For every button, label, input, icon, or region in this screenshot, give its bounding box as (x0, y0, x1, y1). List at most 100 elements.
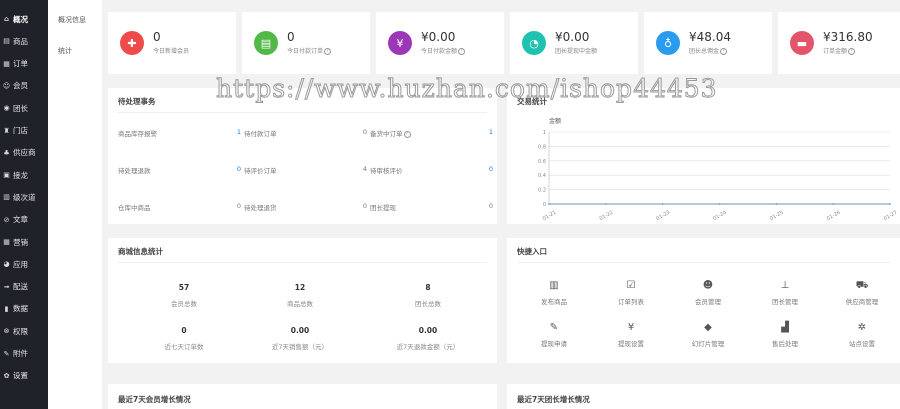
sidebar-item-label: 附件 (13, 349, 28, 358)
stat-value: ¥0.00 (421, 30, 456, 44)
mall-stat: 57 会员总数 (124, 283, 244, 308)
sidebar-item-label: 数据 (13, 304, 28, 314)
org-chart-icon: ⊥ (780, 280, 790, 291)
stat-card[interactable]: ♁ ¥48.04 团长总佣金? (644, 12, 772, 74)
quick-entry[interactable]: ¥ 提现设置 (596, 322, 666, 348)
sidebar-item-14[interactable]: ⊗ 权限 (0, 322, 48, 340)
mall-stat-label: 会员总数 (171, 300, 197, 308)
sidebar-item-15[interactable]: ✎ 附件 (0, 345, 48, 363)
todo-label: 备货中订单 (370, 130, 403, 138)
sidebar-item-label: 团长 (13, 103, 28, 113)
help-icon[interactable]: ? (458, 48, 466, 55)
sidebar-item-1[interactable]: ▤ 商品 (0, 32, 48, 50)
todo-item[interactable]: 待付款订单 (244, 128, 277, 138)
user-manage-icon: ☻ (702, 280, 714, 291)
order-doc-icon: ▤ (254, 31, 278, 55)
mall-stat-value: 12 (294, 283, 306, 292)
quick-entry-label: 发布商品 (541, 298, 567, 306)
member-growth-title: 最近7天会员增长情况 (118, 395, 191, 404)
solitaire-icon: ▣ (3, 171, 10, 180)
sidebar-item-10[interactable]: ▦ 营销 (0, 233, 48, 251)
mall-title: 商城信息统计 (118, 247, 163, 256)
quick-entry[interactable]: ⛟ 供应商管理 (827, 280, 897, 306)
stat-card[interactable]: ◔ ¥0.00 团长提现中金额 (510, 12, 638, 74)
sidebar-item-3[interactable]: ☺ 会员 (0, 77, 48, 95)
mall-stat-label: 近7天退款金额（元） (396, 343, 460, 351)
quick-entry-label: 站点设置 (849, 340, 875, 348)
help-icon[interactable]: ? (324, 48, 332, 55)
sidebar-item-0[interactable]: ⌂ 概况 (0, 10, 48, 28)
quick-entry[interactable]: ☻ 会员管理 (673, 280, 743, 306)
sidebar-item-label: 设置 (13, 371, 28, 381)
sidebar-item-8[interactable]: ▥ 级次道 (0, 188, 48, 206)
todo-value[interactable]: 1 (221, 128, 241, 136)
sidebar-item-label: 权限 (13, 326, 28, 336)
sidebar-item-label: 供应商 (13, 148, 36, 158)
quick-entry[interactable]: ◆ 幻灯片管理 (673, 322, 743, 348)
sidebar-item-label: 接龙 (13, 170, 28, 180)
yuan-icon: ¥ (388, 31, 412, 55)
quick-entry[interactable]: ✎ 提现申请 (519, 322, 589, 348)
sidebar-item-12[interactable]: ➟ 配送 (0, 278, 48, 296)
todo-value[interactable]: 0 (347, 202, 367, 210)
trade-chart: 金额1 0.8 0.6 0.4 0.2 0 01-21 01-22 01-23 01-24 01-2… (538, 117, 898, 222)
stat-label: 今日付款订单 (287, 48, 324, 55)
todo-label: 待审核评价 (370, 167, 403, 175)
todo-item[interactable]: 商品库存报警 (118, 128, 157, 138)
quick-entry[interactable]: ▟ 售后处理 (750, 322, 820, 348)
sidebar-item-4[interactable]: ◉ 团长 (0, 99, 48, 117)
quick-entry-label: 提现设置 (618, 340, 644, 348)
quick-entry[interactable]: ✲ 站点设置 (827, 322, 897, 348)
sidebar-item-5[interactable]: ♜ 门店 (0, 122, 48, 140)
todo-value[interactable]: 1 (473, 128, 493, 136)
leader-icon: ◉ (3, 104, 10, 113)
sidebar-item-label: 商品 (13, 36, 28, 46)
sidebar-item-6[interactable]: ♣ 供应商 (0, 144, 48, 162)
quick-entry[interactable]: ☑ 订单列表 (596, 280, 666, 306)
todo-value[interactable]: 0 (221, 202, 241, 210)
sidebar-item-16[interactable]: ✿ 设置 (0, 367, 48, 385)
todo-item[interactable]: 团长提现 (370, 202, 396, 212)
stat-label: 团长提现中金额 (555, 48, 598, 55)
clipboard-check-icon: ☑ (626, 280, 636, 291)
submenu-statistics[interactable]: 统计 (58, 46, 72, 56)
todo-item[interactable]: 待处理退货 (244, 202, 277, 212)
stat-card[interactable]: ▬ ¥316.80 订单金额? (778, 12, 900, 74)
todo-value[interactable]: 0 (347, 128, 367, 136)
todo-item[interactable]: 备货中订单? (370, 128, 411, 138)
sidebar-item-11[interactable]: ◕ 应用 (0, 255, 48, 273)
help-icon[interactable]: ? (403, 130, 411, 138)
chart-x-tick-label: 01-22 (599, 210, 615, 222)
todo-value[interactable]: 0 (221, 165, 241, 173)
tag-icon: ◆ (704, 322, 712, 333)
stat-card[interactable]: ✚ 0 今日新增会员 (108, 12, 236, 74)
quick-entry[interactable]: ▥ 发布商品 (519, 280, 589, 306)
delivery-icon: ▥ (3, 193, 10, 202)
todo-label: 待处理退款 (118, 167, 151, 175)
todo-value[interactable]: 0 (473, 165, 493, 173)
sidebar-item-7[interactable]: ▣ 接龙 (0, 166, 48, 184)
todo-value[interactable]: 0 (473, 202, 493, 210)
sidebar-item-13[interactable]: ▮ 数据 (0, 300, 48, 318)
todo-item[interactable]: 待处理退款 (118, 165, 151, 175)
chart-y-tick-label: 0.6 (538, 159, 546, 165)
sidebar-item-label: 概况 (13, 14, 28, 24)
mall-stat-value: 0.00 (290, 326, 310, 335)
stat-card[interactable]: ▤ 0 今日付款订单? (242, 12, 370, 74)
submenu-overview-info[interactable]: 概况信息 (58, 15, 86, 25)
todo-item[interactable]: 待评价订单 (244, 165, 277, 175)
sidebar-item-2[interactable]: ▦ 订单 (0, 55, 48, 73)
mall-stat: 12 商品总数 (240, 283, 360, 308)
app-icon: ◕ (3, 260, 10, 269)
quick-entry[interactable]: ⊥ 团长管理 (750, 280, 820, 306)
chart-point (775, 203, 778, 205)
chart-y-tick-label: 0.8 (538, 144, 546, 150)
sidebar-item-9[interactable]: ⊘ 文章 (0, 211, 48, 229)
help-icon[interactable]: ? (848, 48, 856, 55)
stat-card[interactable]: ¥ ¥0.00 今日付款金额? (376, 12, 504, 74)
todo-item[interactable]: 待审核评价 (370, 165, 403, 175)
todo-item[interactable]: 仓库中商品 (118, 202, 151, 212)
stat-label: 团长总佣金 (689, 48, 720, 55)
help-icon[interactable]: ? (720, 48, 728, 55)
todo-value[interactable]: 4 (347, 165, 367, 173)
